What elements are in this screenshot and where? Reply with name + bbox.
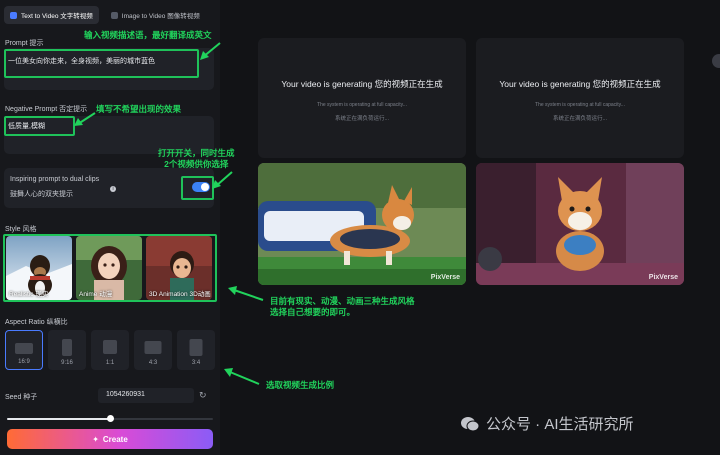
create-button[interactable]: ✦ Create	[7, 429, 213, 449]
ratio-label: 9:16	[61, 360, 73, 366]
generating-title: Your video is generating 您的视频正在生成	[281, 79, 443, 89]
image-video-icon	[110, 11, 118, 19]
ratio-16-9[interactable]: 16:9	[5, 330, 43, 370]
ratio-shape-icon	[62, 339, 72, 356]
wechat-icon	[461, 416, 480, 431]
highlight-negative	[4, 116, 75, 136]
info-icon[interactable]: i	[110, 186, 116, 192]
annotation-prompt: 输入视频描述语，最好翻译成英文	[84, 30, 212, 40]
footer-brand: 公众号 · AI生活研究所	[486, 416, 634, 433]
annotation-toggle: 打开开关，同时生成 2个视频供你选择	[158, 148, 235, 170]
dual-clips-sublabel: 鼓舞人心的双夹提示	[10, 191, 73, 198]
ratio-4-3[interactable]: 4:3	[134, 330, 172, 370]
highlight-style	[3, 234, 217, 302]
arrow-icon	[228, 286, 264, 301]
sparkle-icon: ✦	[92, 434, 99, 444]
prompt-label: Prompt 提示	[5, 40, 44, 47]
tab-label: Image to Video 图像转视频	[121, 13, 200, 20]
tab-text-to-video[interactable]: Text to Video 文字转视频	[4, 6, 99, 24]
ratio-label: 16:9	[18, 359, 30, 365]
corgi-video-frame	[258, 163, 466, 285]
watermark: PixVerse	[648, 274, 678, 281]
seed-label: Seed 种子	[5, 394, 38, 401]
slider-thumb[interactable]	[107, 415, 114, 422]
corgi-video-frame	[476, 163, 684, 285]
slider-fill	[7, 418, 110, 420]
ratio-shape-icon	[189, 339, 203, 356]
generating-title: Your video is generating 您的视频正在生成	[499, 79, 661, 89]
watermark: PixVerse	[430, 274, 460, 281]
video-result-2[interactable]: PixVerse	[476, 163, 684, 285]
tab-image-to-video[interactable]: Image to Video 图像转视频	[105, 6, 206, 24]
generating-card: Your video is generating 您的视频正在生成 The sy…	[476, 38, 684, 158]
more-options-icon[interactable]	[712, 54, 720, 68]
ratio-1-1[interactable]: 1:1	[91, 330, 129, 370]
annotation-negative: 填写不希望出现的效果	[96, 104, 182, 114]
generating-sub-en: The system is operating at full capacity…	[317, 102, 407, 108]
settings-panel: Text to Video 文字转视频 Image to Video 图像转视频…	[0, 0, 220, 455]
highlight-prompt	[4, 49, 199, 78]
ratio-shape-icon	[15, 343, 33, 354]
aspect-ratio-label: Aspect Ratio 纵横比	[5, 319, 68, 326]
ratio-shape-icon	[144, 341, 162, 354]
ratio-9-16[interactable]: 9:16	[48, 330, 86, 370]
dual-clips-label: Inspiring prompt to dual clips	[10, 176, 100, 183]
wechat-footer: 公众号 · AI生活研究所	[460, 413, 634, 434]
arrow-icon	[74, 112, 96, 126]
ratio-label: 3:4	[191, 360, 201, 366]
generating-card: Your video is generating 您的视频正在生成 The sy…	[258, 38, 466, 158]
seed-input[interactable]: 1054260931	[98, 388, 194, 403]
ratio-label: 1:1	[105, 360, 115, 366]
annotation-ratio: 选取视频生成比例	[266, 380, 335, 390]
style-label: Style 风格	[5, 226, 37, 233]
refresh-seed-icon[interactable]: ↻	[199, 390, 207, 401]
quality-slider[interactable]	[7, 415, 213, 422]
tab-label: Text to Video 文字转视频	[21, 13, 93, 20]
arrow-icon	[224, 368, 260, 385]
mode-tabs: Text to Video 文字转视频 Image to Video 图像转视频	[4, 6, 206, 24]
generating-sub-en: The system is operating at full capacity…	[535, 102, 625, 108]
annotation-style: 目前有现实、动漫、动画三种生成风格 选择自己想要的即可。	[270, 296, 415, 318]
ratio-3-4[interactable]: 3:4	[177, 330, 215, 370]
arrow-icon	[200, 42, 221, 60]
generating-sub-zh: 系统正在满负荷运行...	[552, 116, 608, 122]
video-result-1[interactable]: PixVerse	[258, 163, 466, 285]
ratio-shape-icon	[103, 340, 117, 354]
ratio-label: 4:3	[148, 360, 158, 366]
generating-sub-zh: 系统正在满负荷运行...	[334, 116, 390, 122]
text-video-icon	[10, 11, 17, 19]
create-label: Create	[102, 434, 128, 444]
arrow-icon	[212, 171, 233, 189]
